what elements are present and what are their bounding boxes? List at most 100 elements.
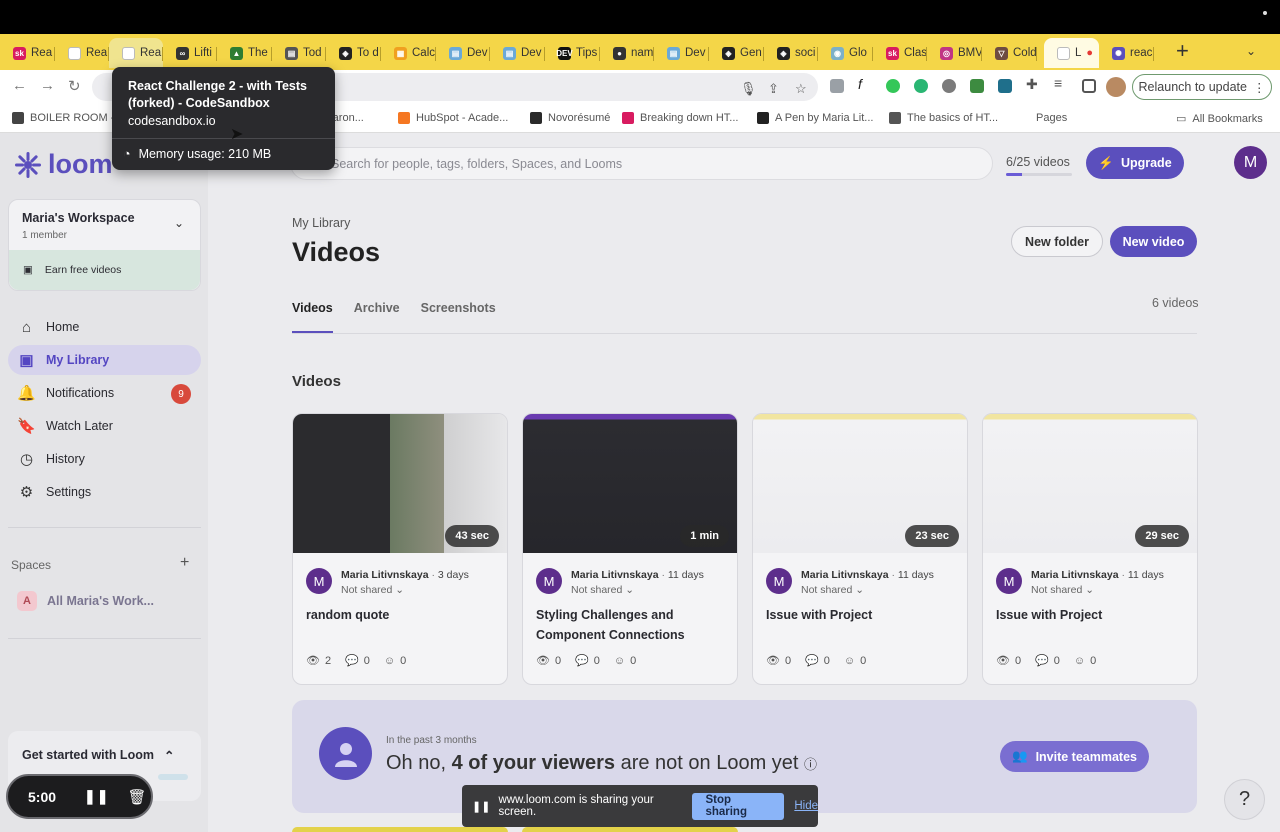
bookmark-item[interactable]: Novorésumé [530,112,610,124]
extension-bug-icon[interactable] [942,79,956,93]
browser-tab[interactable]: sk Rea [0,38,55,68]
side-panel-icon[interactable] [1082,79,1096,93]
sidebar-item-settings[interactable]: ⚙ Settings [8,477,201,507]
video-title[interactable]: Issue with Project [766,606,956,626]
tab-label: To d [357,47,379,59]
notification-badge: 9 [171,384,191,404]
chevron-down-icon[interactable]: ⌄ [174,216,184,230]
browser-tab[interactable]: ▲ The [217,38,272,68]
reading-list-icon[interactable]: ≡ [1054,75,1068,91]
new-folder-button[interactable]: New folder [1011,226,1103,257]
hide-link[interactable]: Hide [794,800,818,812]
browser-tab[interactable]: ∞ Lifti [163,38,217,68]
browser-tab[interactable]: ◈ soci [764,38,818,68]
sidebar-item-history[interactable]: ◷ History [8,444,201,474]
extension-code-icon[interactable] [830,79,844,93]
loom-logo[interactable]: loom [14,149,113,180]
breadcrumb[interactable]: My Library [292,216,350,230]
info-icon[interactable]: ⓘ [804,757,817,772]
browser-tab[interactable]: ◈ Gen [709,38,764,68]
chevron-up-icon[interactable]: ⌃ [164,748,174,763]
new-video-button[interactable]: New video [1110,226,1197,257]
sharing-status[interactable]: Not shared ⌄ [571,584,634,596]
stop-sharing-button[interactable]: Stop sharing [692,792,785,820]
earn-free-videos-link[interactable]: ▣ Earn free videos [9,250,200,290]
user-avatar[interactable]: M [1234,146,1267,179]
sidebar-item-home[interactable]: ⌂ Home [8,312,201,342]
add-space-button[interactable]: + [180,554,189,572]
browser-tab[interactable]: Rea [109,38,163,68]
sharing-status[interactable]: Not shared ⌄ [1031,584,1094,596]
video-title[interactable]: random quote [306,606,496,626]
all-bookmarks-folder[interactable]: ▭ All Bookmarks [1176,112,1263,126]
browser-tab[interactable]: ▤ Dev [654,38,709,68]
tab-label: BMV [958,47,982,59]
sharing-status[interactable]: Not shared ⌄ [341,584,404,596]
get-started-progress [158,774,188,780]
video-count[interactable]: 6/25 videos [1006,155,1070,169]
space-item-all-workspace[interactable]: A All Maria's Work... [17,591,154,611]
tab-favicon-icon: ∞ [176,46,189,60]
new-tab-button[interactable]: + [1176,38,1189,64]
workspace-switcher[interactable]: Maria's Workspace 1 member ⌄ ▣ Earn free… [8,199,201,291]
extension-tree-icon[interactable] [970,79,984,93]
trash-icon[interactable]: 🗑 [127,788,146,806]
browser-tab[interactable]: ▽ Cold [982,38,1037,68]
pause-icon[interactable]: ❚❚ [84,788,109,805]
reload-icon[interactable]: ↻ [68,77,81,95]
search-input[interactable]: Search for people, tags, folders, Spaces… [290,147,993,180]
tab-archive[interactable]: Archive [354,301,400,315]
bookmark-item[interactable]: Breaking down HT... [622,112,738,124]
extension-formula-icon[interactable]: f [858,76,872,92]
browser-tab[interactable]: ◉ Glo [818,38,873,68]
extension-react-icon[interactable] [998,79,1012,93]
video-card[interactable]: 43 sec M Maria Litivnskaya · 3 days Not sha… [292,413,508,685]
browser-tab[interactable]: ▤ Dev [436,38,490,68]
forward-arrow-icon[interactable]: → [40,77,55,94]
extensions-puzzle-icon[interactable]: ✚ [1026,76,1040,92]
sidebar-item-my-library[interactable]: ▣ My Library [8,345,201,375]
bookmark-item[interactable]: HubSpot - Acade... [398,112,508,124]
video-card[interactable]: 1 min M Maria Litivnskaya · 11 days Not sha… [522,413,738,685]
sharing-status[interactable]: Not shared ⌄ [801,584,864,596]
bookmark-icon: 🔖 [17,418,36,435]
sidebar-item-notifications[interactable]: 🔔 Notifications 9 [8,378,201,408]
upgrade-button[interactable]: ⚡ Upgrade [1086,147,1184,179]
invite-teammates-button[interactable]: 👥 Invite teammates [1000,741,1149,772]
browser-tab[interactable]: Rea [55,38,109,68]
relaunch-button[interactable]: Relaunch to update ⋮ [1132,74,1272,100]
browser-tab[interactable]: ✺ reac [1099,38,1154,68]
video-card[interactable]: 29 sec M Maria Litivnskaya · 11 days Not sh… [982,413,1198,685]
sidebar-item-watch-later[interactable]: 🔖 Watch Later [8,411,201,441]
browser-tab[interactable]: ◎ BMV [927,38,982,68]
browser-tab[interactable]: ◈ To d [326,38,381,68]
bookmark-item[interactable]: Pages [1036,112,1067,124]
video-card[interactable]: 23 sec M Maria Litivnskaya · 11 days Not sh… [752,413,968,685]
tab-screenshots[interactable]: Screenshots [421,301,496,315]
browser-tab[interactable]: ▦ Calc [381,38,436,68]
browser-tab[interactable]: DEV Tips [545,38,600,68]
tab-search-chevron-icon[interactable]: ⌄ [1246,44,1256,58]
bookmark-item[interactable]: A Pen by Maria Lit... [757,112,873,124]
pause-sharing-icon[interactable]: ❚❚ [472,800,490,813]
tab-favicon-icon: ▲ [230,46,243,60]
video-title[interactable]: Issue with Project [996,606,1186,626]
help-button[interactable]: ? [1224,779,1265,820]
browser-tab[interactable]: ▤ Dev [490,38,545,68]
comments-stat: 💬 0 [805,654,830,668]
extension-green-icon[interactable] [886,79,900,93]
extension-grammarly-icon[interactable] [914,79,928,93]
bookmark-item[interactable]: BOILER ROOM - [12,112,114,124]
share-icon[interactable]: ⇪ [768,81,779,97]
back-arrow-icon[interactable]: ← [12,77,27,94]
profile-avatar[interactable] [1106,77,1126,97]
star-icon[interactable]: ☆ [795,81,807,97]
browser-tab[interactable]: sk Clas [873,38,927,68]
browser-tab[interactable]: L●✕ [1044,38,1099,68]
browser-tab[interactable]: ▤ Tod [272,38,326,68]
tab-videos[interactable]: Videos [292,301,333,333]
browser-tab[interactable]: ● nam [600,38,654,68]
bookmark-item[interactable]: The basics of HT... [889,112,998,124]
microphone-icon[interactable]: 🎙 [740,81,757,97]
video-title[interactable]: Styling Challenges and Component Connect… [536,606,726,645]
